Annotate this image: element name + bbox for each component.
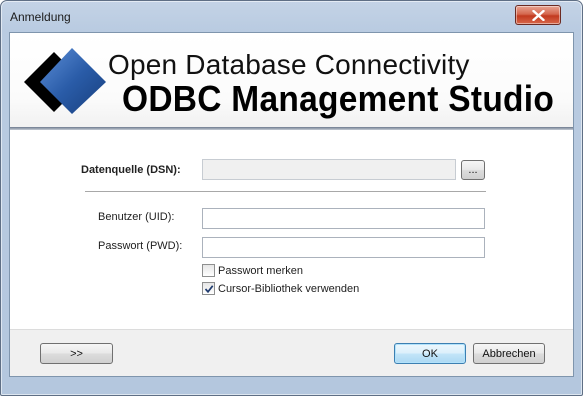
more-options-button[interactable]: >> — [40, 343, 113, 364]
ok-label: OK — [422, 347, 438, 360]
window-title: Anmeldung — [10, 10, 71, 24]
uid-field[interactable] — [202, 208, 485, 229]
uid-label: Benutzer (UID): — [98, 211, 175, 223]
odbc-logo — [24, 48, 106, 114]
remember-password-checkbox[interactable] — [202, 264, 215, 277]
close-icon — [532, 10, 545, 21]
form-separator — [85, 191, 486, 193]
button-footer: >> OK Abbrechen — [10, 329, 573, 376]
check-icon — [204, 285, 214, 294]
dialog-client-area: Open Database Connectivity ODBC Manageme… — [9, 32, 574, 377]
more-options-label: >> — [70, 347, 83, 360]
cancel-label: Abbrechen — [482, 347, 536, 360]
cancel-button[interactable]: Abbrechen — [473, 343, 545, 364]
cursor-library-checkbox[interactable] — [202, 282, 215, 295]
browse-dsn-button[interactable]: ... — [461, 160, 485, 180]
banner-title: ODBC Management Studio — [122, 78, 555, 119]
ok-button[interactable]: OK — [394, 343, 466, 364]
remember-password-option[interactable]: Passwort merken — [202, 264, 303, 277]
dsn-label: Datenquelle (DSN): — [81, 164, 181, 176]
remember-password-label: Passwort merken — [218, 264, 303, 277]
pwd-field[interactable] — [202, 237, 485, 258]
dsn-field[interactable] — [202, 159, 456, 180]
login-dialog: Anmeldung Open Database Connectivity ODB… — [0, 0, 583, 396]
browse-dsn-label: ... — [468, 164, 478, 176]
cursor-library-option[interactable]: Cursor-Bibliothek verwenden — [202, 282, 359, 295]
pwd-label: Passwort (PWD): — [98, 240, 183, 252]
cursor-library-label: Cursor-Bibliothek verwenden — [218, 282, 360, 295]
title-bar[interactable]: Anmeldung — [1, 1, 582, 33]
banner-subtitle: Open Database Connectivity — [108, 49, 470, 80]
close-button[interactable] — [515, 5, 561, 25]
header-banner: Open Database Connectivity ODBC Manageme… — [10, 33, 573, 127]
banner-divider — [10, 127, 573, 130]
